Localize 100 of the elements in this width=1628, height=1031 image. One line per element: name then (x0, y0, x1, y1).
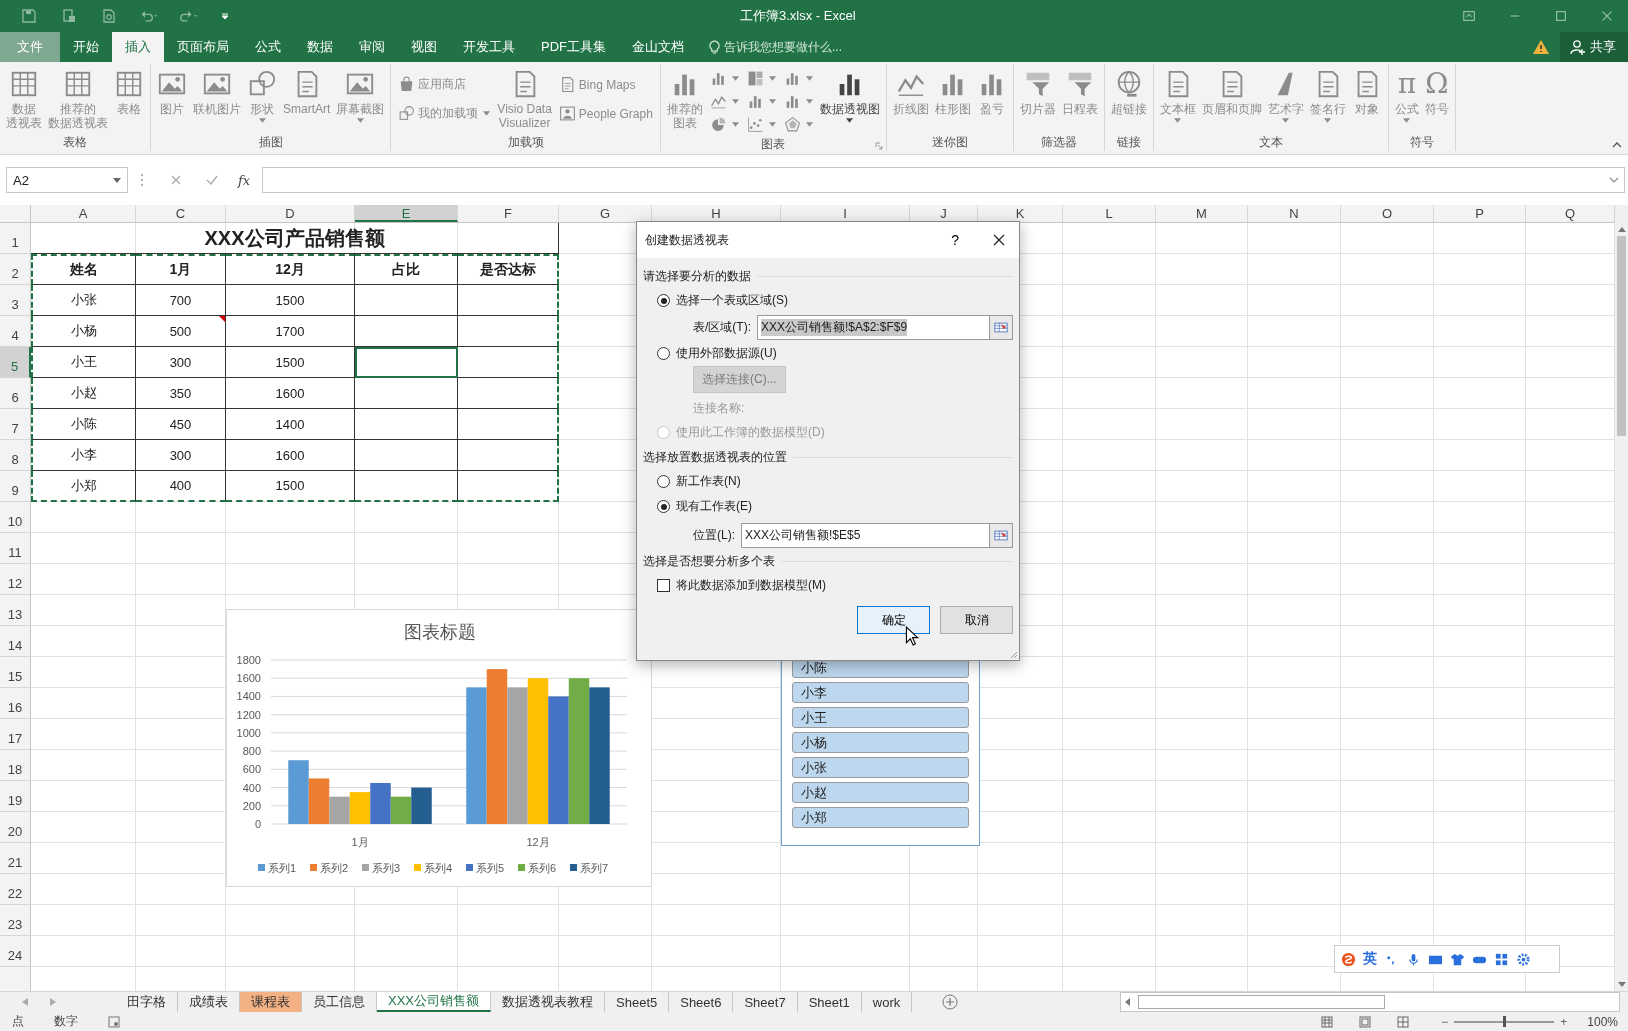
slicer-item[interactable]: 小郑 (792, 807, 969, 828)
close-icon[interactable] (993, 234, 1005, 246)
row-header[interactable]: 18 (0, 750, 31, 781)
slicer-item[interactable]: 小赵 (792, 782, 969, 803)
option-label[interactable]: 使用外部数据源(U) (676, 345, 777, 362)
ribbon-tab[interactable]: 开始 (60, 32, 112, 62)
print-preview-icon[interactable] (100, 8, 118, 24)
slicer-item[interactable]: 小李 (792, 682, 969, 703)
range-picker-icon[interactable] (989, 314, 1013, 340)
row-header[interactable]: 22 (0, 874, 31, 905)
active-cell[interactable] (355, 347, 458, 378)
row-header[interactable]: 3 (0, 285, 31, 316)
tell-me-field[interactable]: 告诉我您想要做什么... (724, 40, 874, 54)
ribbon-tab[interactable]: PDF工具集 (528, 32, 619, 62)
microphone-icon[interactable] (1406, 951, 1421, 967)
touch-mode-icon[interactable] (60, 8, 78, 24)
column-header[interactable]: F (458, 205, 559, 222)
ribbon-tab[interactable]: 金山文档 (619, 32, 697, 62)
normal-view-icon[interactable] (1321, 1015, 1334, 1028)
radio-button[interactable] (657, 347, 670, 360)
sheet-tab[interactable]: 课程表 (240, 992, 302, 1012)
ribbon-tab[interactable]: 公式 (242, 32, 294, 62)
settings-icon[interactable] (1516, 951, 1531, 967)
horizontal-scrollbar[interactable] (1120, 992, 1620, 1012)
row-header[interactable]: 14 (0, 626, 31, 657)
option-label[interactable]: 将此数据添加到数据模型(M) (676, 577, 826, 594)
scroll-left-icon[interactable] (1125, 998, 1130, 1006)
row-header[interactable]: 4 (0, 316, 31, 347)
row-header[interactable]: 5 (0, 347, 31, 378)
slicer-item[interactable]: 小王 (792, 707, 969, 728)
row-header[interactable]: 20 (0, 812, 31, 843)
checkbox[interactable] (657, 579, 670, 592)
column-header[interactable]: C (136, 205, 226, 222)
column-header[interactable]: P (1434, 205, 1526, 222)
column-header[interactable]: E (355, 205, 458, 222)
caret-icon[interactable] (113, 177, 121, 183)
customize-icon[interactable] (220, 11, 230, 21)
ime-logo-icon[interactable] (1341, 951, 1356, 967)
range-field[interactable]: XXX公司销售额!$A$2:$F$9 (757, 314, 989, 340)
row-header[interactable]: 9 (0, 471, 31, 502)
scroll-down-icon[interactable] (1617, 982, 1626, 987)
redo-icon[interactable] (180, 8, 198, 24)
column-header[interactable]: L (1063, 205, 1156, 222)
scroll-thumb[interactable] (1617, 236, 1626, 436)
enter-icon[interactable] (206, 174, 218, 186)
sheet-tab[interactable]: XXX公司销售额 (377, 992, 491, 1012)
ribbon-tab[interactable]: 页面布局 (164, 32, 242, 62)
option-label[interactable]: 现有工作表(E) (676, 498, 752, 515)
row-header[interactable]: 13 (0, 595, 31, 626)
row-header[interactable]: 6 (0, 378, 31, 409)
row-header[interactable]: 23 (0, 905, 31, 936)
location-field[interactable]: XXX公司销售额!$E$5 (741, 522, 989, 548)
row-header[interactable]: 11 (0, 533, 31, 564)
row-header[interactable]: 19 (0, 781, 31, 812)
radio-button[interactable] (657, 294, 670, 307)
row-header[interactable]: 15 (0, 657, 31, 688)
resize-grip-icon[interactable] (1008, 649, 1018, 659)
maximize-icon[interactable] (1554, 9, 1568, 23)
previous-sheet-icon[interactable] (22, 998, 28, 1006)
grid-icon[interactable] (1494, 951, 1509, 967)
row-header[interactable]: 17 (0, 719, 31, 750)
shirt-icon[interactable] (1450, 951, 1465, 967)
ribbon-tab[interactable]: 开发工具 (450, 32, 528, 62)
row-header[interactable]: 1 (0, 223, 31, 254)
ribbon-tab[interactable]: 插入 (112, 32, 164, 62)
row-header[interactable]: 16 (0, 688, 31, 719)
slicer-item[interactable]: 小张 (792, 757, 969, 778)
column-header[interactable]: N (1248, 205, 1341, 222)
ime-mode[interactable]: 英 (1363, 950, 1377, 968)
radio-button[interactable] (657, 475, 670, 488)
ribbon-tab[interactable]: 视图 (398, 32, 450, 62)
vertical-scrollbar[interactable] (1615, 205, 1628, 991)
option-label[interactable]: 选择一个表或区域(S) (676, 292, 788, 309)
cancel-button[interactable]: 取消 (940, 606, 1013, 634)
row-header[interactable]: 24 (0, 936, 31, 967)
page-layout-icon[interactable] (1359, 1015, 1372, 1028)
slicer-item[interactable]: 小杨 (792, 732, 969, 753)
zoom-level[interactable]: 100% (1587, 1014, 1618, 1029)
row-header[interactable]: 12 (0, 564, 31, 595)
name-box[interactable]: A2 (6, 167, 128, 193)
next-sheet-icon[interactable] (50, 998, 56, 1006)
radio-button[interactable] (657, 500, 670, 513)
row-header[interactable]: 10 (0, 502, 31, 533)
column-header[interactable]: A (31, 205, 136, 222)
zoom-out-button[interactable]: − (1439, 1014, 1451, 1029)
save-icon[interactable] (20, 8, 38, 24)
ribbon-button[interactable]: 数据透视图 (816, 67, 883, 125)
share-button[interactable]: 共享 (1560, 32, 1628, 62)
row-header[interactable]: 21 (0, 843, 31, 874)
undo-icon[interactable] (140, 8, 158, 24)
ribbon-tab[interactable]: 数据 (294, 32, 346, 62)
row-header[interactable]: 8 (0, 440, 31, 471)
add-sheet-icon[interactable] (942, 994, 959, 1010)
scroll-up-icon[interactable] (1617, 227, 1626, 232)
zoom-in-button[interactable]: + (1558, 1014, 1570, 1029)
help-button[interactable]: ? (947, 232, 963, 248)
ribbon-display-icon[interactable] (1462, 9, 1476, 23)
collapse-ribbon-icon[interactable] (1612, 142, 1622, 148)
dialog-launcher-icon[interactable] (874, 142, 883, 150)
formula-field[interactable] (262, 167, 1625, 193)
